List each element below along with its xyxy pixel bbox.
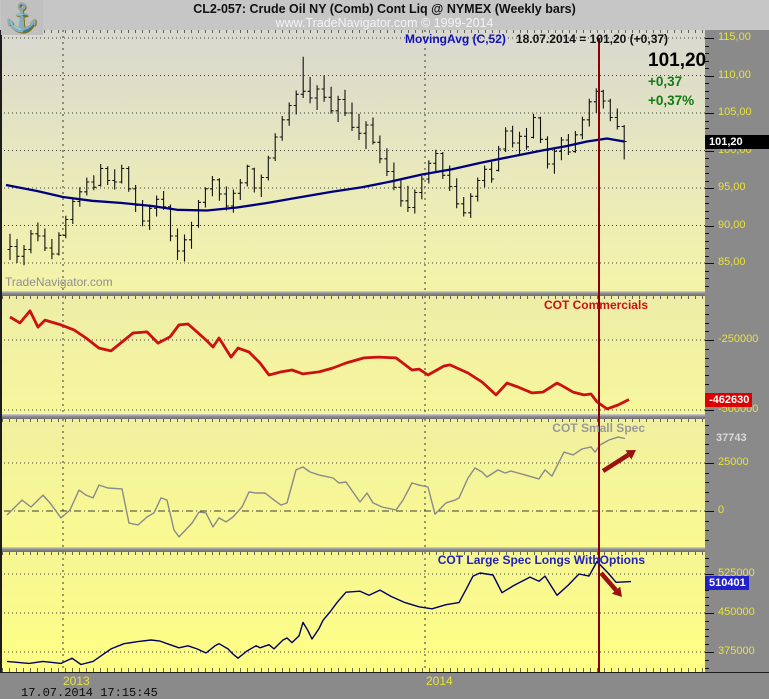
cot-large-spec-longs-current-value: 510401: [705, 576, 749, 590]
price-ohlc-bars: [8, 57, 627, 265]
year-label-2014: 2014: [426, 674, 453, 688]
cot-small-spec-current-value: 37743: [716, 432, 747, 444]
moving-average-label[interactable]: MovingAvg (C,52): [405, 32, 506, 46]
chart-subtitle: www.TradeNavigator.com © 1999-2014: [0, 16, 769, 30]
cursor-vertical-line[interactable]: [598, 38, 600, 672]
last-price: 101,20: [648, 51, 706, 70]
quote-block: 101,20 +0,37 +0,37%: [648, 51, 706, 107]
cot-commercials-line: [10, 311, 629, 409]
cot-commercials-current-value: -462630: [705, 393, 752, 407]
chart-plot-area[interactable]: MovingAvg (C,52) 18.07.2014 = 101,20 (+0,…: [0, 30, 705, 672]
indicator-readout: MovingAvg (C,52) 18.07.2014 = 101,20 (+0,…: [405, 32, 668, 46]
chart-title: CL2-057: Crude Oil NY (Comb) Cont Liq @ …: [0, 2, 769, 16]
trade-navigator-logo-icon: ⚓: [1, 0, 43, 35]
cot-commercials-title: COT Commercials: [544, 298, 648, 312]
watermark: TradeNavigator.com: [5, 275, 113, 289]
moving-average-line: [6, 139, 624, 211]
chart-header: CL2-057: Crude Oil NY (Comb) Cont Liq @ …: [0, 0, 769, 31]
trend-arrow[interactable]: [601, 573, 616, 590]
x-axis-band[interactable]: 2013 2014 17.07.2014 17:15:45: [0, 672, 769, 699]
cot-small-spec-line: [7, 437, 625, 537]
trade-navigator-window: CL2-057: Crude Oil NY (Comb) Cont Liq @ …: [0, 0, 769, 699]
price-axis-column[interactable]: 115,00110,00105,00100,0095,0090,0085,001…: [705, 30, 769, 672]
cot-small-spec-title: COT Small Spec: [552, 421, 645, 435]
price-change: +0,37: [648, 75, 706, 89]
cot-large-spec-title: COT Large Spec Longs WithOptions: [438, 553, 645, 567]
moving-average-value: 18.07.2014 = 101,20 (+0,37): [516, 32, 668, 46]
price-change-percent: +0,37%: [648, 94, 706, 108]
price-current-value: 101,20: [705, 135, 769, 149]
status-timestamp: 17.07.2014 17:15:45: [21, 686, 158, 699]
